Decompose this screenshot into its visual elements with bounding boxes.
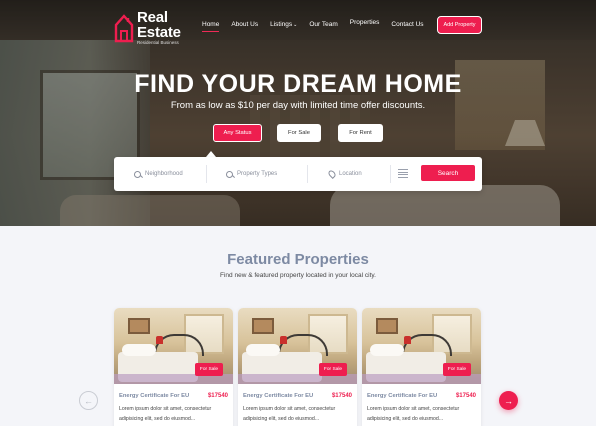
- photo-lamp: [280, 336, 287, 344]
- location-pin-icon: [327, 169, 337, 179]
- property-card[interactable]: For Sale Energy Certificate For EU $1754…: [238, 308, 357, 426]
- tab-for-rent[interactable]: For Rent: [338, 124, 383, 142]
- brand-tagline: Residential Business: [137, 40, 179, 45]
- property-description: Lorem ipsum dolor sit amet, consectetur …: [119, 404, 229, 424]
- nav-item-our-team[interactable]: Our Team: [309, 21, 337, 28]
- photo-lamp: [404, 336, 411, 344]
- nav-item-contact-us[interactable]: Contact Us: [391, 21, 423, 28]
- location-placeholder: Location: [339, 171, 362, 177]
- property-card[interactable]: For Sale Energy Certificate For EU $1754…: [362, 308, 481, 426]
- property-title[interactable]: Energy Certificate For EU: [367, 393, 437, 399]
- nav-item-about-us[interactable]: About Us: [231, 21, 258, 28]
- add-property-button[interactable]: Add Property: [437, 16, 482, 34]
- photo-picture-frame: [376, 318, 398, 334]
- chevron-down-icon: ⌄: [293, 22, 298, 28]
- search-button[interactable]: Search: [421, 165, 475, 181]
- location-field[interactable]: Location: [327, 166, 362, 182]
- property-title[interactable]: Energy Certificate For EU: [243, 393, 313, 399]
- brand-logo[interactable]: Real Estate Residential Business: [114, 10, 181, 46]
- property-photo: For Sale: [238, 308, 357, 384]
- photo-picture-frame: [128, 318, 150, 334]
- nav-item-listings-label: Listings: [270, 21, 293, 28]
- carousel-prev-button[interactable]: ←: [79, 391, 98, 410]
- property-card[interactable]: For Sale Energy Certificate For EU $1754…: [114, 308, 233, 426]
- neighborhood-placeholder: Neighborhood: [145, 171, 183, 177]
- nav-item-home[interactable]: Home: [202, 21, 220, 32]
- description-line: Lorem ipsum dolor sit amet, consectetur: [367, 406, 460, 412]
- hero-section: [0, 0, 596, 226]
- hero-subtitle: From as low as $10 per day with limited …: [170, 100, 426, 111]
- hero-title: FIND YOUR DREAM HOME: [134, 70, 462, 98]
- description-line: adipisicing elit, sed do eiusmod...: [243, 416, 320, 422]
- nav-item-listings[interactable]: Listings⌄: [270, 21, 297, 28]
- photo-pillow: [370, 344, 404, 356]
- property-description: Lorem ipsum dolor sit amet, consectetur …: [243, 404, 353, 424]
- filter-line: [398, 171, 408, 173]
- tab-for-sale[interactable]: For Sale: [277, 124, 321, 142]
- divider: [307, 165, 308, 183]
- search-icon: [226, 170, 233, 178]
- brand-name-line2: Estate: [137, 24, 181, 41]
- status-tabs: Any Status For Sale For Rent: [0, 124, 596, 142]
- property-price: $17540: [455, 393, 476, 399]
- filter-line: [398, 174, 408, 176]
- main-nav: Home About Us Listings⌄ Our Team Propert…: [202, 19, 424, 32]
- for-sale-badge: For Sale: [443, 363, 471, 376]
- filter-line: [398, 176, 408, 178]
- nav-item-properties[interactable]: Properties: [350, 19, 380, 26]
- property-photo: For Sale: [114, 308, 233, 384]
- divider: [390, 165, 391, 183]
- filter-line: [398, 169, 408, 170]
- description-line: Lorem ipsum dolor sit amet, consectetur: [119, 406, 212, 412]
- property-price: $17540: [331, 393, 352, 399]
- carousel-next-button[interactable]: →: [499, 391, 518, 410]
- featured-subtitle: Find new & featured property located in …: [220, 272, 376, 279]
- brand-name-line1: Real: [137, 9, 168, 26]
- filter-icon[interactable]: [398, 169, 408, 178]
- photo-picture-frame: [252, 318, 274, 334]
- divider: [206, 165, 207, 183]
- property-types-field[interactable]: Property Types: [226, 166, 277, 182]
- property-photo: For Sale: [362, 308, 481, 384]
- neighborhood-field[interactable]: Neighborhood: [134, 166, 183, 182]
- arrow-left-icon: ←: [84, 395, 93, 406]
- search-icon: [134, 170, 141, 178]
- photo-lamp: [156, 336, 163, 344]
- featured-title: Featured Properties: [227, 251, 369, 268]
- hero-overlay: [0, 0, 596, 226]
- property-price: $17540: [207, 393, 228, 399]
- arrow-right-icon: →: [504, 395, 513, 406]
- photo-pillow: [246, 344, 280, 356]
- house-logo-icon: [114, 13, 134, 42]
- property-title[interactable]: Energy Certificate For EU: [119, 393, 189, 399]
- property-types-placeholder: Property Types: [237, 171, 278, 177]
- tab-any-status[interactable]: Any Status: [213, 124, 262, 142]
- description-line: Lorem ipsum dolor sit amet, consectetur: [243, 406, 336, 412]
- photo-pillow: [122, 344, 156, 356]
- brand-name: Real Estate Residential Business: [137, 10, 181, 46]
- for-sale-badge: For Sale: [195, 363, 223, 376]
- description-line: adipisicing elit, sed do eiusmod...: [367, 416, 444, 422]
- property-description: Lorem ipsum dolor sit amet, consectetur …: [367, 404, 477, 424]
- description-line: adipisicing elit, sed do eiusmod...: [119, 416, 196, 422]
- for-sale-badge: For Sale: [319, 363, 347, 376]
